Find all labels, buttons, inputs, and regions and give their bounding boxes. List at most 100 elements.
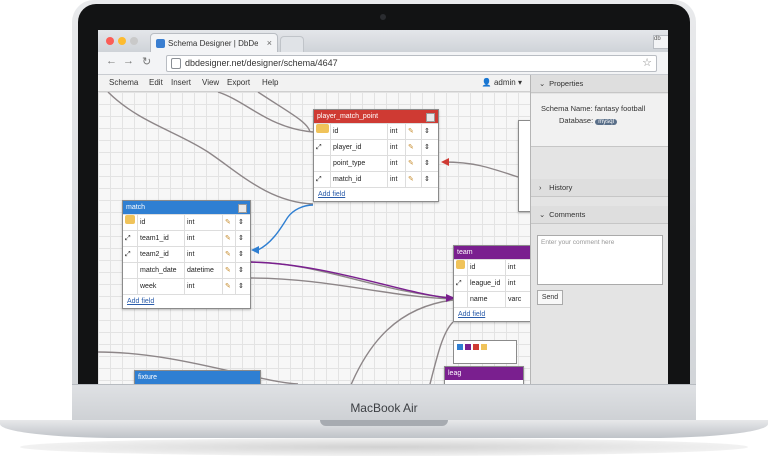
field-name: match_id <box>331 172 388 187</box>
field-name: league_id <box>468 276 506 291</box>
table-row[interactable]: name varc <box>454 291 530 307</box>
field-name: id <box>331 124 388 139</box>
forward-arrow-icon[interactable]: → <box>123 55 134 67</box>
table-header[interactable]: team <box>454 246 530 259</box>
table-fixture[interactable]: fixture <box>134 370 261 384</box>
add-field-link[interactable]: Add field <box>454 307 530 321</box>
field-type: int <box>388 172 406 187</box>
table-row[interactable]: week int ✎ ⇕ <box>123 278 250 294</box>
field-type: int <box>185 279 223 294</box>
comment-textarea[interactable]: Enter your comment here <box>537 235 663 285</box>
app-menubar: Schema Edit Insert View Export Help 👤 ad… <box>98 75 530 92</box>
table-match[interactable]: match id int ✎ ⇕ ⤢ team1_id int ✎ ⇕ ⤢ te… <box>122 200 251 309</box>
brand-label: MacBook Air <box>350 401 418 415</box>
sort-icon[interactable]: ⇕ <box>422 124 438 139</box>
table-header[interactable]: match <box>123 201 250 214</box>
table-options-icon[interactable] <box>426 113 435 122</box>
edit-icon[interactable]: ✎ <box>406 140 422 155</box>
table-clipped[interactable] <box>518 120 530 212</box>
schema-name-value[interactable]: fantasy football <box>595 104 645 113</box>
table-row[interactable]: ⤢ player_id int ✎ ⇕ <box>314 139 438 155</box>
schema-canvas[interactable]: player_match_point id int ✎ ⇕ ⤢ player_i… <box>98 92 530 384</box>
window-minimize-dot[interactable] <box>118 37 126 45</box>
table-row[interactable]: ⤢ team2_id int ✎ ⇕ <box>123 246 250 262</box>
table-player-match-point[interactable]: player_match_point id int ✎ ⇕ ⤢ player_i… <box>313 109 439 202</box>
sort-icon[interactable]: ⇕ <box>422 172 438 187</box>
table-header[interactable]: leag <box>445 367 523 380</box>
table-row[interactable]: ⤢ match_id int ✎ ⇕ <box>314 171 438 187</box>
send-button[interactable]: Send <box>537 290 563 305</box>
section-title: History <box>549 183 573 192</box>
chevron-down-icon: ⌄ <box>539 210 546 219</box>
arrow-head <box>441 158 449 166</box>
edit-icon[interactable]: ✎ <box>223 231 236 246</box>
table-row[interactable]: id int ✎ ⇕ <box>123 214 250 230</box>
screen: Schema Designer | DbDes × db ← → ↻ dbdes… <box>98 30 668 384</box>
table-row[interactable]: match_date datetime ✎ ⇕ <box>123 262 250 278</box>
sort-icon[interactable]: ⇕ <box>422 156 438 171</box>
sort-icon[interactable]: ⇕ <box>236 279 250 294</box>
menu-export[interactable]: Export <box>227 78 250 87</box>
minimap-block <box>481 344 487 350</box>
sort-icon[interactable]: ⇕ <box>422 140 438 155</box>
address-bar[interactable]: dbdesigner.net/designer/schema/4647 ☆ <box>166 55 657 72</box>
menu-schema[interactable]: Schema <box>109 78 138 87</box>
relation-line <box>249 261 454 299</box>
edit-icon[interactable]: ✎ <box>406 156 422 171</box>
properties-section-header[interactable]: ⌄ Properties <box>531 75 668 93</box>
field-name: id <box>468 260 506 275</box>
new-tab-button[interactable] <box>280 36 304 52</box>
add-field-link[interactable]: Add field <box>123 294 250 308</box>
table-row[interactable]: ⤢ league_id int <box>454 275 530 291</box>
menu-insert[interactable]: Insert <box>171 78 191 87</box>
chevron-down-icon: ⌄ <box>539 79 546 88</box>
table-options-icon[interactable] <box>238 204 247 213</box>
edit-icon[interactable]: ✎ <box>223 247 236 262</box>
table-header[interactable]: player_match_point <box>314 110 438 123</box>
comments-section-header[interactable]: ⌄ Comments <box>531 206 668 224</box>
sort-icon[interactable]: ⇕ <box>236 263 250 278</box>
browser-tab[interactable]: Schema Designer | DbDes × <box>150 33 278 53</box>
sort-icon[interactable]: ⇕ <box>236 231 250 246</box>
edit-icon[interactable]: ✎ <box>223 215 236 230</box>
field-name: player_id <box>331 140 388 155</box>
edit-icon[interactable]: ✎ <box>406 124 422 139</box>
table-row[interactable]: id int <box>454 259 530 275</box>
bookmark-star-icon[interactable]: ☆ <box>642 56 652 69</box>
menu-view[interactable]: View <box>202 78 219 87</box>
foreign-key-icon: ⤢ <box>314 172 331 187</box>
minimap-block <box>473 344 479 350</box>
edit-icon[interactable]: ✎ <box>223 263 236 278</box>
history-section-header[interactable]: › History <box>531 179 668 197</box>
user-menu[interactable]: 👤 admin ▾ <box>482 78 522 87</box>
relation-line <box>443 161 519 178</box>
table-league[interactable]: leag <box>444 366 524 384</box>
edit-icon[interactable]: ✎ <box>223 279 236 294</box>
database-badge: mysql <box>595 119 617 125</box>
minimap[interactable] <box>453 340 517 364</box>
table-team[interactable]: team id int ⤢ league_id int name varc Ad… <box>453 245 530 322</box>
field-type: int <box>388 140 406 155</box>
relation-line <box>257 204 314 251</box>
primary-key-icon <box>314 124 331 139</box>
table-row[interactable]: ⤢ team1_id int ✎ ⇕ <box>123 230 250 246</box>
sort-icon[interactable]: ⇕ <box>236 247 250 262</box>
window-close-dot[interactable] <box>106 37 114 45</box>
section-title: Comments <box>549 210 586 219</box>
back-arrow-icon[interactable]: ← <box>106 55 117 67</box>
table-row[interactable]: id int ✎ ⇕ <box>314 123 438 139</box>
add-field-link[interactable]: Add field <box>314 187 438 201</box>
edit-icon[interactable]: ✎ <box>406 172 422 187</box>
table-header[interactable]: fixture <box>135 371 260 384</box>
relation-line <box>249 277 454 300</box>
menu-edit[interactable]: Edit <box>149 78 163 87</box>
field-name: name <box>468 292 506 307</box>
menu-help[interactable]: Help <box>262 78 278 87</box>
window-zoom-dot[interactable] <box>130 37 138 45</box>
sort-icon[interactable]: ⇕ <box>236 215 250 230</box>
table-row[interactable]: point_type int ✎ ⇕ <box>314 155 438 171</box>
extension-button[interactable]: db <box>653 35 668 49</box>
tab-close-icon[interactable]: × <box>267 38 272 48</box>
reload-icon[interactable]: ↻ <box>142 55 151 68</box>
laptop-shadow <box>20 438 748 456</box>
